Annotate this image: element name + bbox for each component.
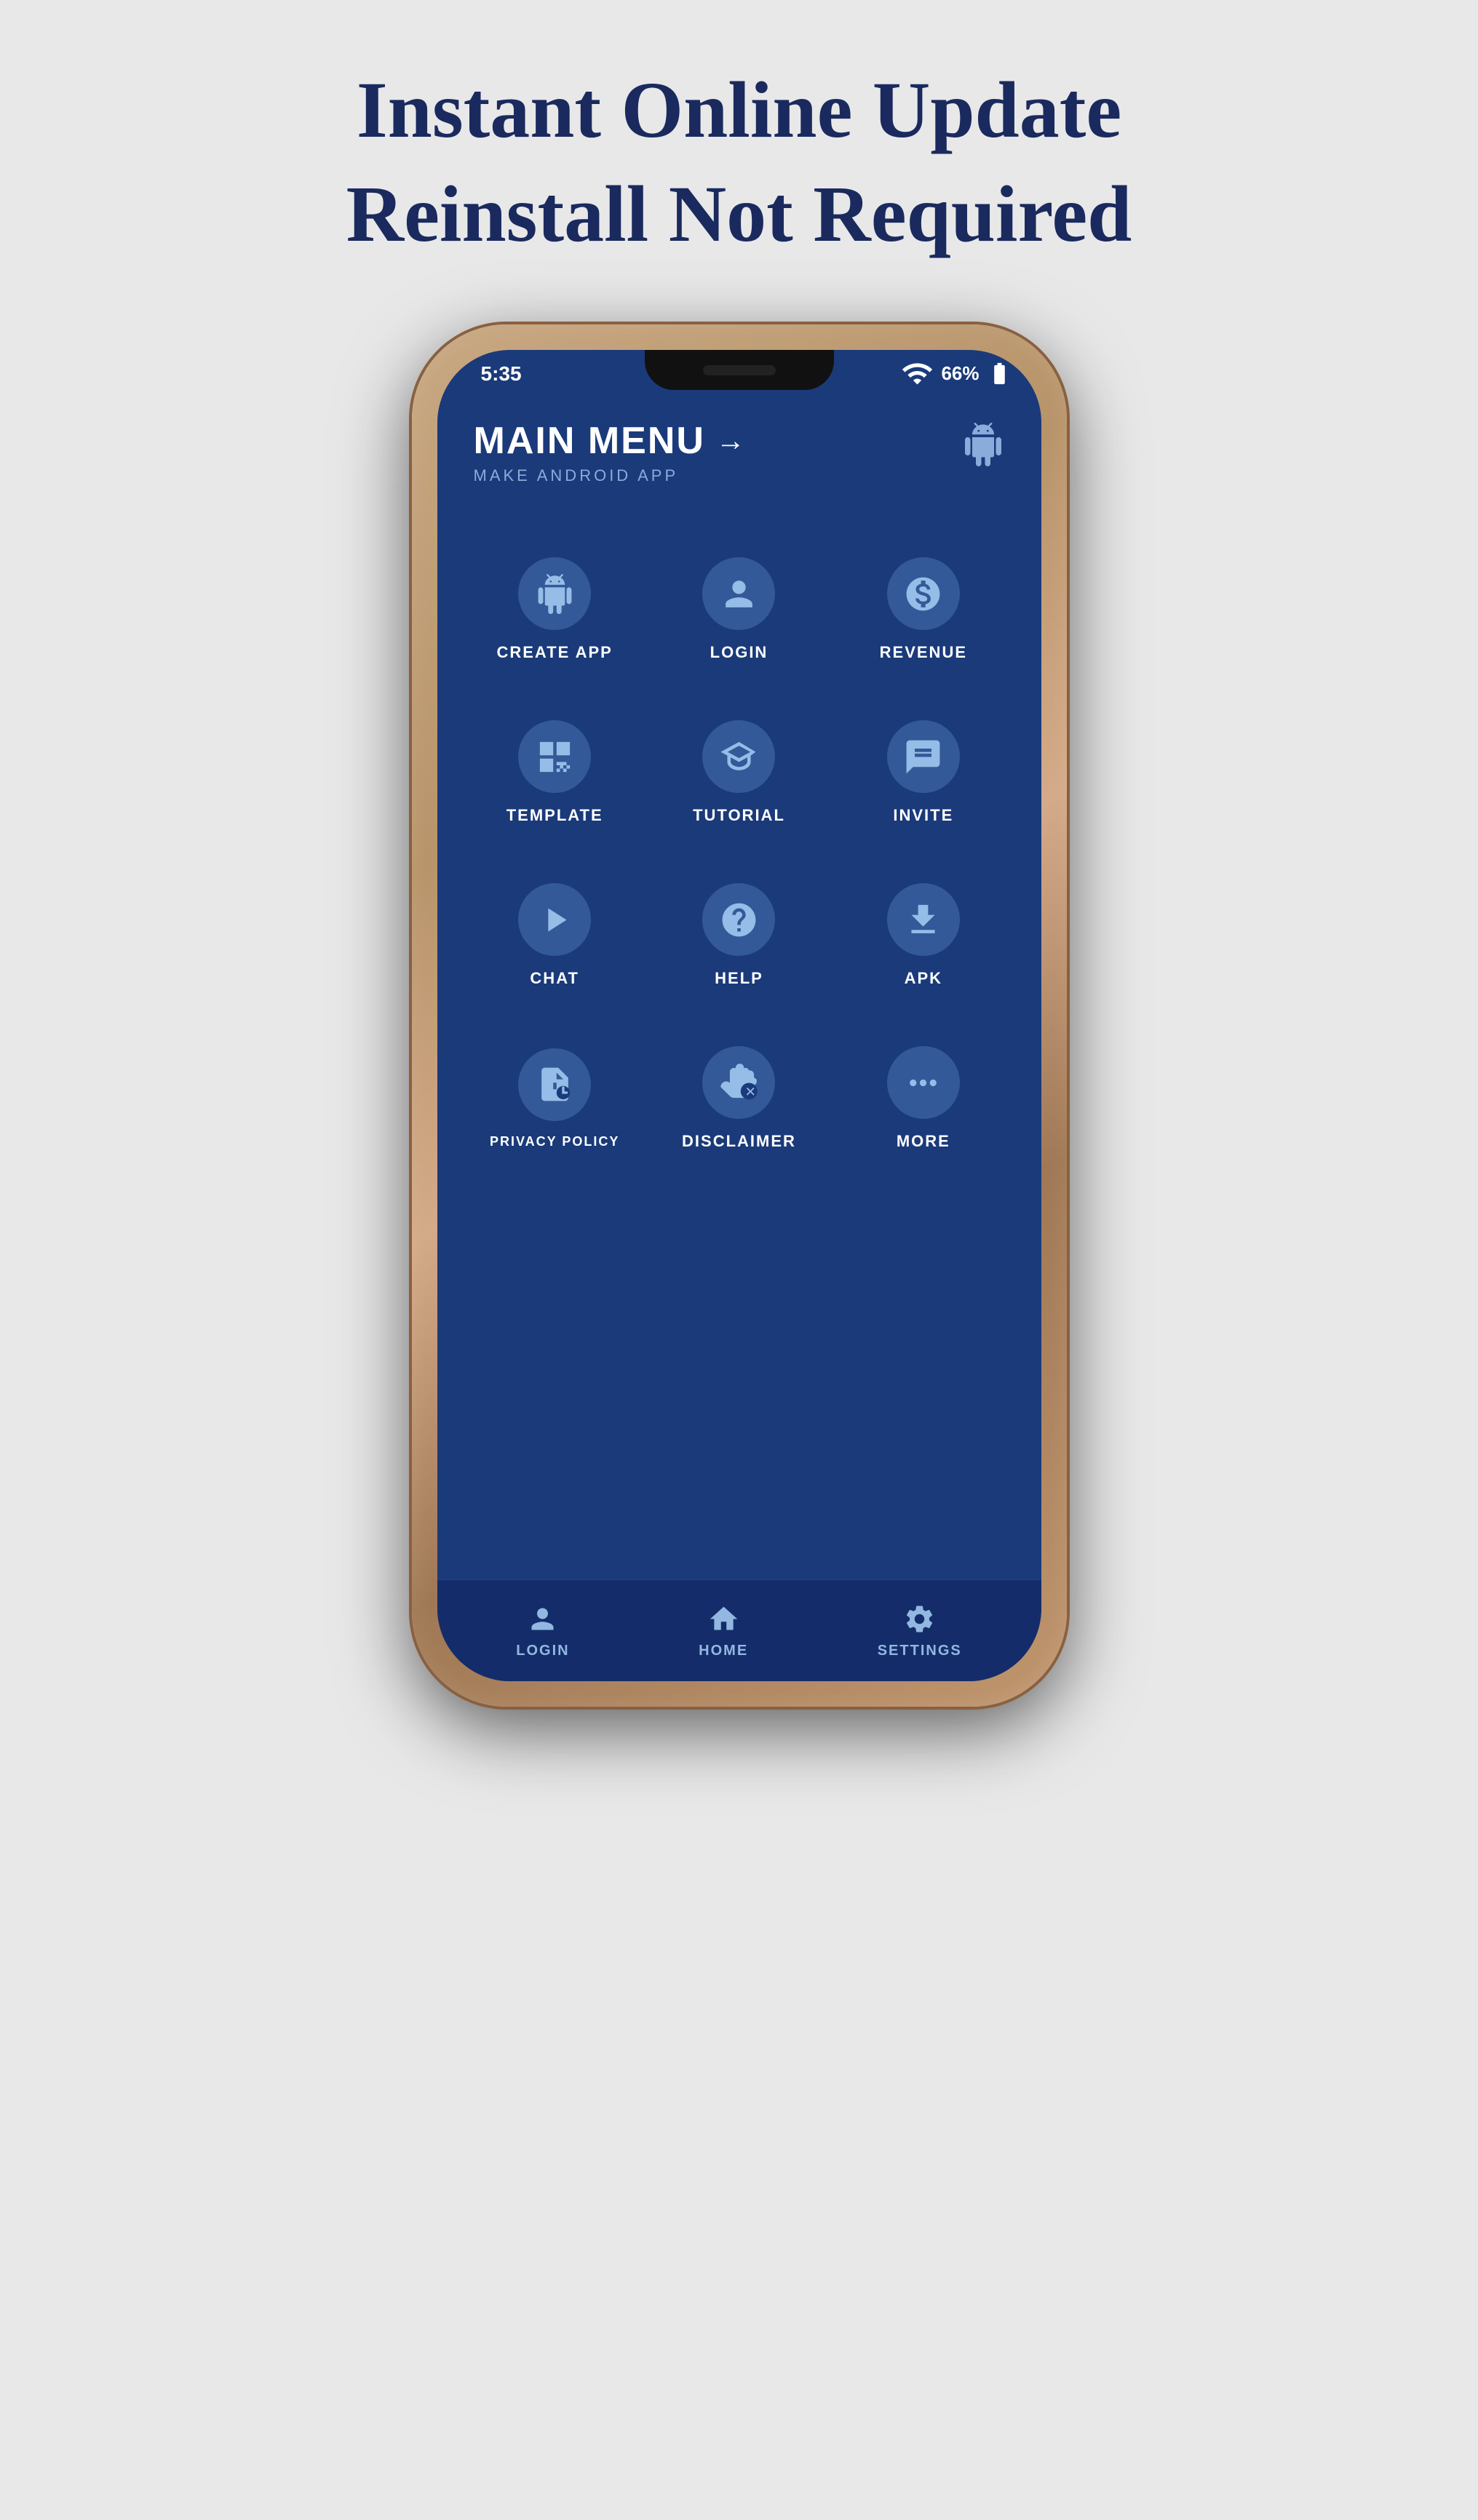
- privacy-icon: [535, 1064, 575, 1104]
- phone-mockup: 5:35 66% MAIN MENU: [412, 324, 1067, 1707]
- menu-item-disclaimer[interactable]: ✕ DISCLAIMER: [651, 1028, 827, 1169]
- phone-shell: 5:35 66% MAIN MENU: [412, 324, 1067, 1707]
- menu-item-help[interactable]: HELP: [651, 865, 827, 1006]
- privacy-icon-bg: [518, 1048, 591, 1121]
- page-title: Instant Online Update Reinstall Not Requ…: [346, 58, 1132, 266]
- header-subtitle: MAKE ANDROID APP: [474, 466, 747, 485]
- revenue-label: REVENUE: [880, 643, 967, 662]
- download-icon: [903, 900, 943, 940]
- chat-label: CHAT: [530, 969, 579, 988]
- question-icon: [719, 900, 759, 940]
- disclaimer-label: DISCLAIMER: [682, 1132, 796, 1151]
- nav-settings-icon: [903, 1603, 936, 1635]
- header-title: MAIN MENU →: [474, 419, 747, 463]
- headline-line1: Instant Online Update: [346, 58, 1132, 162]
- menu-item-more[interactable]: MORE: [835, 1028, 1012, 1169]
- apk-label: APK: [905, 969, 942, 988]
- nav-home[interactable]: HOME: [699, 1603, 748, 1659]
- nav-settings[interactable]: SETTINGS: [878, 1603, 962, 1659]
- help-label: HELP: [715, 969, 763, 988]
- menu-item-login[interactable]: LOGIN: [651, 539, 827, 680]
- disclaimer-icon-bg: ✕: [702, 1046, 775, 1119]
- battery-text: 66%: [941, 362, 979, 385]
- menu-item-tutorial[interactable]: TUTORIAL: [651, 702, 827, 843]
- person-icon: [719, 574, 759, 614]
- template-icon-bg: [518, 720, 591, 793]
- more-label: MORE: [897, 1132, 950, 1151]
- phone-screen: 5:35 66% MAIN MENU: [437, 350, 1041, 1681]
- privacy-policy-label: PRIVACY POLICY: [490, 1134, 619, 1149]
- menu-item-apk[interactable]: APK: [835, 865, 1012, 1006]
- template-label: TEMPLATE: [506, 806, 603, 825]
- header-left: MAIN MENU → MAKE ANDROID APP: [474, 419, 747, 485]
- nav-home-icon: [707, 1603, 740, 1635]
- header-arrow: →: [716, 425, 747, 458]
- chat-icon-bg: [518, 883, 591, 956]
- nav-login-label: LOGIN: [516, 1643, 569, 1659]
- invite-label: INVITE: [893, 806, 953, 825]
- tutorial-icon-bg: [702, 720, 775, 793]
- nav-settings-label: SETTINGS: [878, 1643, 962, 1659]
- login-label: LOGIN: [710, 643, 768, 662]
- chat-bubbles-icon: [903, 737, 943, 777]
- create-app-icon-bg: [518, 557, 591, 630]
- login-icon-bg: [702, 557, 775, 630]
- bottom-nav: LOGIN HOME SETTINGS: [437, 1579, 1041, 1681]
- menu-item-revenue[interactable]: REVENUE: [835, 539, 1012, 680]
- revenue-icon-bg: [887, 557, 960, 630]
- battery-icon: [987, 361, 1012, 386]
- app-header: MAIN MENU → MAKE ANDROID APP: [437, 397, 1041, 500]
- speaker: [703, 365, 776, 375]
- menu-grid: CREATE APP LOGIN: [437, 517, 1041, 1191]
- svg-text:✕: ✕: [745, 1083, 756, 1098]
- status-icons: 66%: [901, 357, 1012, 390]
- apk-icon-bg: [887, 883, 960, 956]
- menu-item-create-app[interactable]: CREATE APP: [466, 539, 643, 680]
- status-time: 5:35: [466, 362, 522, 386]
- invite-icon-bg: [887, 720, 960, 793]
- headline-line2: Reinstall Not Required: [346, 162, 1132, 266]
- menu-item-privacy-policy[interactable]: PRIVACY POLICY: [466, 1028, 643, 1169]
- more-icon-bg: [887, 1046, 960, 1119]
- menu-item-invite[interactable]: INVITE: [835, 702, 1012, 843]
- nav-login[interactable]: LOGIN: [516, 1603, 569, 1659]
- template-icon: [535, 737, 575, 777]
- dollar-icon: [903, 574, 943, 614]
- menu-item-template[interactable]: TEMPLATE: [466, 702, 643, 843]
- help-icon-bg: [702, 883, 775, 956]
- menu-item-chat[interactable]: CHAT: [466, 865, 643, 1006]
- tutorial-label: TUTORIAL: [693, 806, 785, 825]
- phone-notch: [645, 350, 834, 390]
- play-icon: [535, 900, 575, 940]
- graduation-icon: [719, 737, 759, 777]
- hand-stop-icon: ✕: [719, 1063, 759, 1103]
- dots-icon: [903, 1063, 943, 1103]
- android-icon: [535, 574, 575, 614]
- nav-home-label: HOME: [699, 1643, 748, 1659]
- nav-person-icon: [526, 1603, 559, 1635]
- signal-icon: [901, 357, 934, 390]
- android-logo-icon: [961, 423, 1005, 476]
- create-app-label: CREATE APP: [496, 643, 612, 662]
